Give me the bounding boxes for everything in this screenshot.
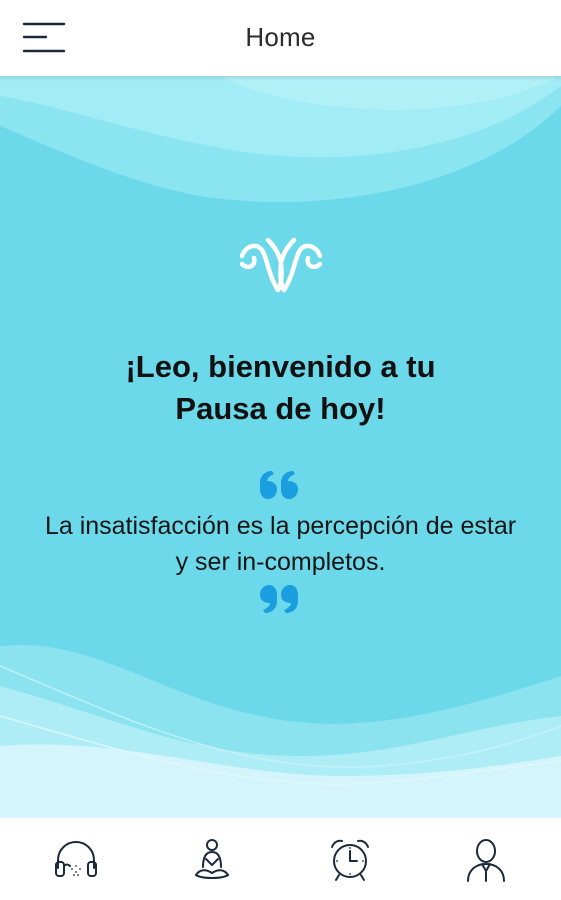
quote-line-2: y ser in-completos. <box>175 548 386 576</box>
close-quote-icon <box>258 583 302 620</box>
bottom-tab-bar <box>0 818 561 900</box>
alarm-clock-icon <box>331 839 369 881</box>
tab-headphones[interactable] <box>46 834 106 886</box>
butterfly-logo-icon <box>238 234 324 294</box>
tab-meditation[interactable] <box>182 834 242 886</box>
welcome-line-2: Pausa de hoy! <box>175 391 386 426</box>
hero-panel: ¡Leo, bienvenido a tu Pausa de hoy! La i… <box>0 76 561 818</box>
app-header: Home <box>0 0 561 76</box>
welcome-heading: ¡Leo, bienvenido a tu Pausa de hoy! <box>20 346 541 430</box>
headphones-icon <box>55 840 97 877</box>
welcome-line-1: ¡Leo, bienvenido a tu <box>125 349 436 384</box>
quote-text: La insatisfacción es la percepción de es… <box>10 508 551 580</box>
page-title: Home <box>245 22 316 52</box>
open-quote-icon <box>258 469 302 506</box>
tab-profile[interactable] <box>456 834 516 886</box>
tab-alarm[interactable] <box>320 834 380 886</box>
quote-line-1: La insatisfacción es la percepción de es… <box>44 512 517 540</box>
user-profile-icon <box>467 839 505 882</box>
wave-background <box>0 76 561 818</box>
meditation-icon <box>195 839 229 879</box>
